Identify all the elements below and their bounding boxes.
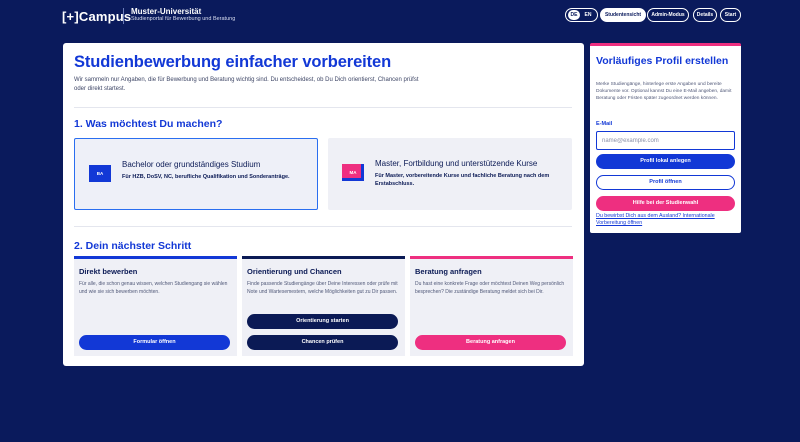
master-icon: MA (342, 164, 364, 181)
open-profile-button[interactable]: Profil öffnen (596, 175, 735, 190)
divider (74, 226, 572, 227)
nav-admin-mode-button[interactable]: Admin-Modus (647, 8, 689, 22)
step-title: Beratung anfragen (415, 267, 482, 276)
divider (74, 107, 572, 108)
create-profile-button[interactable]: Profil lokal anlegen (596, 154, 735, 169)
step-counseling: Beratung anfragen Du hast eine konkrete … (410, 256, 573, 356)
step-desc: Du hast eine konkrete Frage oder möchtes… (415, 281, 565, 295)
profile-desc: Merke Studiengänge, hinterlege erste Ang… (596, 82, 732, 101)
intro-text: Wir sammeln nur Angaben, die für Bewerbu… (74, 77, 419, 92)
choice-desc: Für HZB, DoSV, NC, berufliche Qualifikat… (122, 174, 290, 180)
nav-details-button[interactable]: Details (693, 8, 717, 22)
email-label: E-Mail (596, 121, 613, 127)
request-counseling-button[interactable]: Beratung anfragen (415, 335, 566, 350)
bachelor-icon: BA (89, 165, 111, 182)
main-card: Studienbewerbung einfacher vorbereiten W… (63, 43, 584, 366)
open-form-button[interactable]: Formular öffnen (79, 335, 230, 350)
lang-en-button[interactable]: EN (582, 10, 594, 20)
profile-title: Vorläufiges Profil erstellen (596, 55, 729, 67)
step-title: Direkt bewerben (79, 267, 138, 276)
choice-bachelor[interactable]: BA Bachelor oder grundständiges Studium … (74, 138, 318, 210)
study-choice-help-button[interactable]: Hilfe bei der Studienwahl (596, 196, 735, 211)
start-orientation-button[interactable]: Orientierung starten (247, 314, 398, 329)
top-bar: [+]Campus Muster-Universität Studienport… (0, 0, 800, 32)
profile-card: Vorläufiges Profil erstellen Merke Studi… (590, 43, 741, 233)
language-switch: DE EN (565, 8, 598, 22)
choice-title: Master, Fortbildung und unterstützende K… (375, 159, 538, 168)
choice-desc: Für Master, vorbereitende Kurse und fach… (375, 173, 550, 187)
lang-de-button[interactable]: DE (568, 10, 580, 20)
choice-master[interactable]: MA Master, Fortbildung und unterstützend… (328, 138, 572, 210)
check-chances-button[interactable]: Chancen prüfen (247, 335, 398, 350)
nav-start-button[interactable]: Start (720, 8, 741, 22)
section-title-next-step: 2. Dein nächster Schritt (74, 240, 192, 252)
step-desc: Finde passende Studiengänge über Deine I… (247, 281, 398, 295)
nav-student-view-button[interactable]: Studentensicht (600, 8, 646, 22)
section-title-what: 1. Was möchtest Du machen? (74, 118, 223, 130)
step-desc: Für alle, die schon genau wissen, welche… (79, 281, 228, 295)
international-link[interactable]: Du bewirbst Dich aus dem Ausland? Intern… (596, 213, 736, 227)
university-name: Muster-Universität (131, 7, 202, 16)
step-orientation: Orientierung und Chancen Finde passende … (242, 256, 405, 356)
step-title: Orientierung und Chancen (247, 267, 342, 276)
choice-title: Bachelor oder grundständiges Studium (122, 160, 261, 169)
step-apply-direct: Direkt bewerben Für alle, die schon gena… (74, 256, 237, 356)
header-divider (123, 8, 124, 24)
campus-logo[interactable]: [+]Campus (62, 9, 131, 24)
email-field[interactable] (596, 131, 735, 150)
portal-subtitle: Studienportal für Bewerbung und Beratung (131, 16, 236, 22)
logo-bracket: [+] (62, 9, 79, 24)
page-title: Studienbewerbung einfacher vorbereiten (74, 53, 392, 71)
